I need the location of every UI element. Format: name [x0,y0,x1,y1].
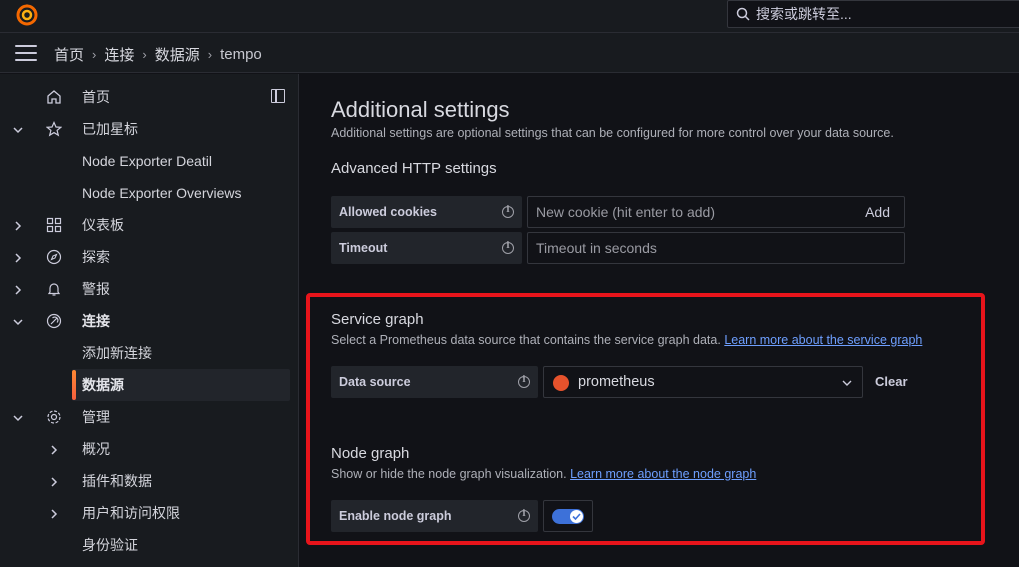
top-bar: 搜索或跳转至... [0,0,1019,33]
sidebar-item-overview[interactable]: 概况 [82,434,110,464]
http-settings-heading: Advanced HTTP settings [331,160,497,177]
breadcrumb-home[interactable]: 首页 [54,44,84,65]
breadcrumb: 首页 › 连接 › 数据源 › tempo [54,44,262,65]
allowed-cookies-label: Allowed cookies [331,196,522,228]
sidebar-item-connections[interactable]: 连接 [82,306,110,336]
chevron-right-icon[interactable] [13,221,23,231]
sidebar-item-authentication[interactable]: 身份验证 [82,530,138,560]
active-item-indicator [72,370,76,400]
page-subtitle: Additional settings are optional setting… [331,126,894,140]
allowed-cookies-label-text: Allowed cookies [339,205,437,219]
breadcrumb-bar: 首页 › 连接 › 数据源 › tempo [0,33,1019,73]
breadcrumb-current: tempo [220,46,262,63]
compass-icon [46,249,62,265]
dashboards-icon [46,217,62,233]
chevron-right-icon[interactable] [13,285,23,295]
chevron-right-icon[interactable] [49,477,59,487]
info-icon[interactable] [502,205,514,218]
sidebar-item-node-exporter-detail[interactable]: Node Exporter Deatil [82,146,212,176]
sidebar-item-dashboards[interactable]: 仪表板 [82,210,124,240]
search-placeholder: 搜索或跳转至... [756,6,852,22]
page-title: Additional settings [331,97,510,122]
timeout-input[interactable]: Timeout in seconds [527,232,905,264]
allowed-cookies-placeholder: New cookie (hit enter to add) [536,204,715,220]
chevron-right-icon[interactable] [13,253,23,263]
search-input[interactable]: 搜索或跳转至... [727,0,1019,28]
chevron-down-icon[interactable] [13,125,23,135]
star-icon [46,121,62,137]
breadcrumb-datasources[interactable]: 数据源 [155,44,200,65]
info-icon[interactable] [502,241,514,254]
breadcrumb-separator: › [207,47,213,62]
chevron-down-icon[interactable] [13,413,23,423]
menu-icon[interactable] [15,45,37,61]
sidebar-item-add-connection[interactable]: 添加新连接 [82,338,152,368]
sidebar: 首页 已加星标 Node Exporter Deatil Node Export… [0,74,299,567]
allowed-cookies-input[interactable]: New cookie (hit enter to add) Add [527,196,905,228]
timeout-placeholder: Timeout in seconds [536,240,657,256]
highlight-annotation-box [306,293,985,545]
connections-icon [46,313,62,329]
bell-icon [47,283,61,296]
sidebar-item-explore[interactable]: 探索 [82,242,110,272]
home-icon [47,90,61,104]
grafana-logo-icon[interactable] [15,3,39,27]
chevron-right-icon[interactable] [49,509,59,519]
sidebar-item-home[interactable]: 首页 [82,82,110,112]
breadcrumb-separator: › [142,47,147,62]
gear-icon [47,410,61,424]
dock-menu-icon[interactable] [271,89,285,103]
breadcrumb-connections[interactable]: 连接 [104,44,134,65]
timeout-label-text: Timeout [339,241,388,255]
sidebar-item-users-access[interactable]: 用户和访问权限 [82,498,180,528]
timeout-label: Timeout [331,232,522,264]
add-cookie-button[interactable]: Add [865,204,890,220]
sidebar-item-alerting[interactable]: 警报 [82,274,110,304]
search-icon [736,7,750,21]
sidebar-item-starred[interactable]: 已加星标 [82,114,138,144]
sidebar-item-plugins-data[interactable]: 插件和数据 [82,466,152,496]
sidebar-item-datasources[interactable]: 数据源 [82,370,124,400]
chevron-down-icon[interactable] [13,317,23,327]
breadcrumb-separator: › [92,47,97,62]
sidebar-item-administration[interactable]: 管理 [82,402,110,432]
sidebar-item-node-exporter-overviews[interactable]: Node Exporter Overviews [82,178,242,208]
chevron-right-icon[interactable] [49,445,59,455]
